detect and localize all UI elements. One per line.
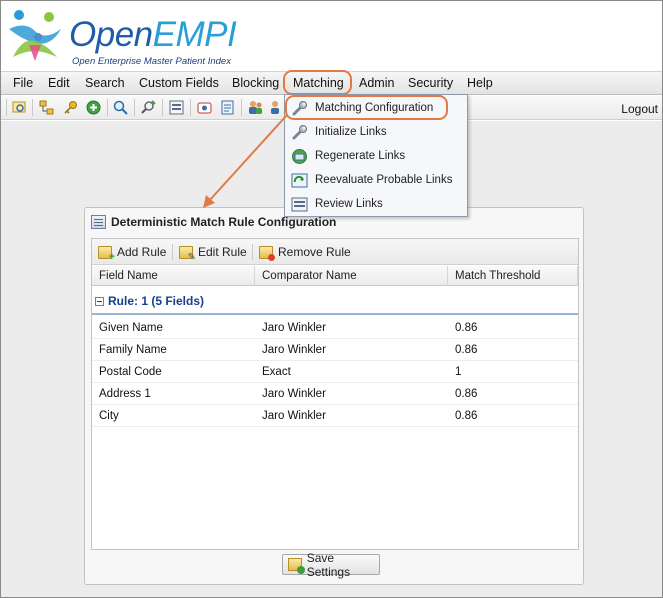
remove-rule-button[interactable]: Remove Rule [259, 243, 351, 261]
rule-group-label: Rule: 1 (5 Fields) [108, 294, 205, 308]
remove-rule-label: Remove Rule [278, 245, 351, 259]
comparator-cell: Exact [262, 366, 291, 378]
hierarchy-icon[interactable] [39, 100, 54, 115]
header: OpenEMPI Open Enterprise Master Patient … [1, 1, 662, 71]
column-header-field-name[interactable]: Field Name [92, 266, 255, 286]
matching-menu-highlight [283, 70, 352, 95]
match-rule-panel: Deterministic Match Rule Configuration A… [84, 207, 584, 585]
matching-configuration-highlight [285, 95, 448, 120]
field-name-cell: Family Name [99, 344, 167, 356]
threshold-cell: 0.86 [455, 388, 478, 400]
menu-item-initialize-links[interactable]: Initialize Links [285, 120, 467, 144]
edit-rule-icon [179, 245, 196, 263]
logo-subtitle: Open Enterprise Master Patient Index [72, 56, 231, 67]
reevaluate-icon [291, 172, 308, 189]
table-row[interactable]: Address 1 Jaro Winkler 0.86 [92, 383, 578, 405]
event-icon[interactable] [197, 100, 212, 115]
collapse-icon[interactable] [95, 296, 104, 306]
grid-toolbar-separator [252, 244, 253, 260]
rule-group-header[interactable]: Rule: 1 (5 Fields) [92, 289, 578, 315]
remove-rule-icon [259, 245, 275, 261]
logo-open-text: Open [69, 15, 153, 54]
user-icon[interactable] [268, 100, 283, 115]
toolbar-separator [190, 99, 191, 116]
menu-item-label: Reevaluate Probable Links [315, 174, 453, 186]
field-name-cell: Postal Code [99, 366, 162, 378]
grid-toolbar-separator [172, 244, 173, 260]
field-name-cell: Address 1 [99, 388, 151, 400]
key-icon[interactable] [63, 100, 78, 115]
document-icon[interactable] [220, 100, 235, 115]
menu-item-regenerate-links[interactable]: Regenerate Links [285, 144, 467, 168]
menu-item-label: Initialize Links [315, 126, 387, 138]
wrench-icon [291, 124, 308, 141]
report-icon[interactable] [169, 100, 184, 115]
threshold-cell: 0.86 [455, 322, 478, 334]
comparator-cell: Jaro Winkler [262, 388, 326, 400]
grid-header: Field Name Comparator Name Match Thresho… [92, 266, 578, 286]
toolbar-separator [134, 99, 135, 116]
menu-custom-fields[interactable]: Custom Fields [139, 76, 219, 90]
comparator-cell: Jaro Winkler [262, 322, 326, 334]
menu-blocking[interactable]: Blocking [232, 76, 279, 90]
logout-link[interactable]: Logout [621, 102, 658, 116]
menu-help[interactable]: Help [467, 76, 493, 90]
menu-security[interactable]: Security [408, 76, 453, 90]
panel-title: Deterministic Match Rule Configuration [111, 215, 337, 229]
advanced-search-icon[interactable] [141, 100, 156, 115]
edit-rule-label: Edit Rule [198, 245, 247, 259]
column-header-comparator-name[interactable]: Comparator Name [255, 266, 448, 286]
menu-edit[interactable]: Edit [48, 76, 70, 90]
table-row[interactable]: Family Name Jaro Winkler 0.86 [92, 339, 578, 361]
menu-admin[interactable]: Admin [359, 76, 394, 90]
review-icon [291, 196, 308, 213]
field-name-cell: Given Name [99, 322, 163, 334]
search-icon[interactable] [113, 100, 128, 115]
table-row[interactable]: Postal Code Exact 1 [92, 361, 578, 383]
toolbar-separator [32, 99, 33, 116]
table-row[interactable]: Given Name Jaro Winkler 0.86 [92, 317, 578, 339]
comparator-cell: Jaro Winkler [262, 410, 326, 422]
save-settings-label: Save Settings [306, 550, 351, 579]
add-rule-button[interactable]: Add Rule [98, 243, 167, 263]
rules-grid: Add Rule Edit Rule Remove Rule Field Nam… [91, 238, 579, 550]
logo-wordmark: OpenEMPI [69, 15, 237, 55]
panel-form-icon [91, 215, 106, 229]
save-icon [288, 558, 305, 574]
table-row[interactable]: City Jaro Winkler 0.86 [92, 405, 578, 427]
add-rule-icon [98, 245, 115, 263]
toolbar-separator [107, 99, 108, 116]
comparator-cell: Jaro Winkler [262, 344, 326, 356]
grid-toolbar: Add Rule Edit Rule Remove Rule [92, 239, 578, 265]
menu-file[interactable]: File [13, 76, 33, 90]
save-settings-button[interactable]: Save Settings [282, 551, 380, 579]
column-header-match-threshold[interactable]: Match Threshold [448, 266, 578, 286]
menu-item-label: Regenerate Links [315, 150, 406, 162]
edit-rule-button[interactable]: Edit Rule [179, 243, 247, 263]
regenerate-icon [291, 148, 308, 165]
menu-search[interactable]: Search [85, 76, 125, 90]
users-icon[interactable] [248, 100, 263, 115]
add-rule-label: Add Rule [117, 245, 167, 259]
openempi-logo-icon [9, 10, 61, 61]
app-window: OpenEMPI Open Enterprise Master Patient … [0, 0, 663, 598]
menu-item-reevaluate-probable-links[interactable]: Reevaluate Probable Links [285, 168, 467, 192]
threshold-cell: 0.86 [455, 344, 478, 356]
toolbar-separator [6, 99, 7, 116]
add-circle-icon[interactable] [86, 100, 101, 115]
field-name-cell: City [99, 410, 119, 422]
menu-item-review-links[interactable]: Review Links [285, 192, 467, 216]
toolbar-separator [162, 99, 163, 116]
toolbar-separator [241, 99, 242, 116]
logo-empi-text: EMPI [152, 15, 237, 54]
menu-item-label: Review Links [315, 198, 383, 210]
search-form-icon[interactable] [12, 100, 27, 115]
threshold-cell: 1 [455, 366, 462, 378]
threshold-cell: 0.86 [455, 410, 478, 422]
